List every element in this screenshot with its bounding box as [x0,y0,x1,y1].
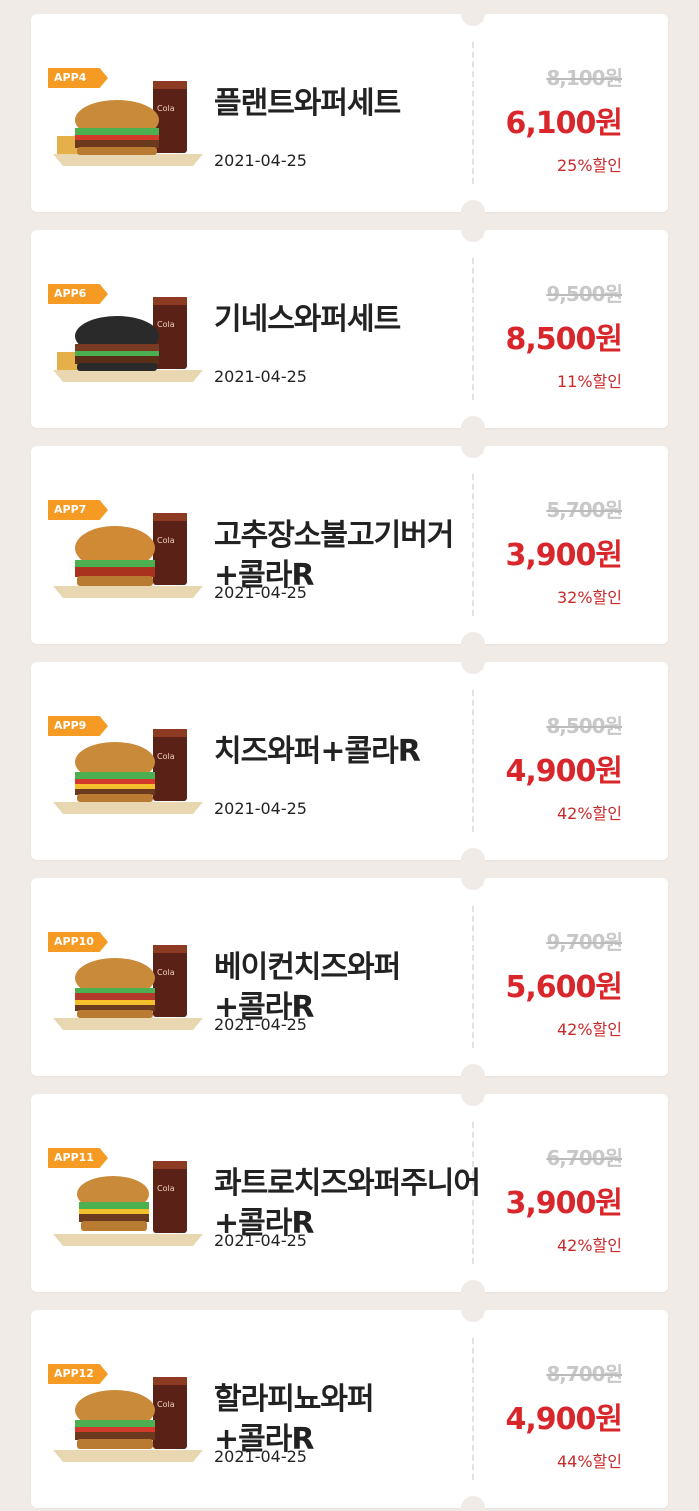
original-price: 9,500원 [546,282,623,306]
coupon-card[interactable]: APP6 Cola 기네스와퍼세트 2021-04-25 9,500원 8,50… [31,218,668,440]
coupon-card[interactable]: APP10 Cola 베이컨치즈와퍼 +콜라R 2021-04-25 9,700… [31,866,668,1088]
coupon-date: 2021-04-25 [214,1231,307,1250]
burger-set-image: Cola [53,297,203,382]
original-price: 8,700원 [546,1362,623,1386]
discount-rate: 44%할인 [556,1452,622,1471]
original-price: 5,700원 [546,498,623,522]
original-price: 8,500원 [546,714,623,738]
svg-text:Cola: Cola [157,752,175,761]
svg-text:Cola: Cola [157,320,175,329]
coupon-date: 2021-04-25 [214,151,307,170]
sale-price: 4,900원 [505,1402,623,1437]
coupon-date: 2021-04-25 [214,367,307,386]
coupon-name: 기네스와퍼세트 [214,302,401,337]
original-price: 6,700원 [546,1146,623,1170]
sale-price: 3,900원 [505,1186,623,1221]
coupon-card[interactable]: APP7 Cola 고추장소불고기버거 +콜라R 2021-04-25 5,70… [31,434,668,656]
discount-rate: 42%할인 [556,804,622,823]
sale-price: 4,900원 [505,754,623,789]
coupon-card[interactable]: APP4 Cola 플랜트와퍼세트 2021-04-25 8,100원 6,10… [31,2,668,224]
burger-set-image: Cola [53,1161,203,1246]
sale-price: 3,900원 [505,538,623,573]
sale-price: 5,600원 [505,970,623,1005]
coupon-date: 2021-04-25 [214,1015,307,1034]
burger-set-image: Cola [53,81,203,166]
sale-price: 8,500원 [505,322,623,357]
discount-rate: 32%할인 [556,588,622,607]
coupon-name: 치즈와퍼+콜라R [214,734,421,769]
coupon-card[interactable]: APP9 Cola 치즈와퍼+콜라R 2021-04-25 8,500원 4,9… [31,650,668,872]
burger-set-image: Cola [53,1377,203,1462]
discount-rate: 25%할인 [556,156,622,175]
coupon-date: 2021-04-25 [214,1447,307,1466]
burger-set-image: Cola [53,945,203,1030]
coupon-date: 2021-04-25 [214,799,307,818]
coupon-name: 플랜트와퍼세트 [214,86,401,121]
sale-price: 6,100원 [505,106,623,141]
svg-text:Cola: Cola [157,104,175,113]
discount-rate: 11%할인 [556,372,622,391]
discount-rate: 42%할인 [556,1236,622,1255]
svg-text:Cola: Cola [157,968,175,977]
discount-rate: 42%할인 [556,1020,622,1039]
svg-text:Cola: Cola [157,536,175,545]
coupon-card[interactable]: APP11 Cola 콰트로치즈와퍼주니어 +콜라R 2021-04-25 6,… [31,1082,668,1304]
original-price: 9,700원 [546,930,623,954]
burger-set-image: Cola [53,729,203,814]
svg-text:Cola: Cola [157,1400,175,1409]
original-price: 8,100원 [546,66,623,90]
coupon-card[interactable]: APP12 Cola 할라피뇨와퍼 +콜라R 2021-04-25 8,700원… [31,1298,668,1511]
svg-text:Cola: Cola [157,1184,175,1193]
burger-set-image: Cola [53,513,203,598]
coupon-date: 2021-04-25 [214,583,307,602]
